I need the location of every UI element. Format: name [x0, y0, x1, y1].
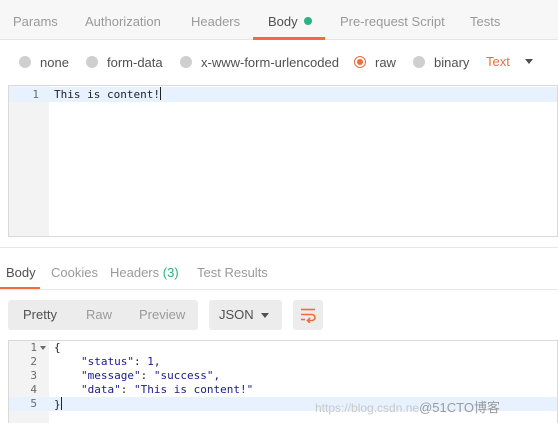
request-body-editor[interactable]: 1 This is content! [8, 85, 558, 237]
line-number: 3 [30, 369, 37, 382]
text-cursor [60, 397, 62, 410]
line-number: 1 [32, 88, 39, 101]
radio-label: binary [434, 54, 470, 70]
watermark: https://blog.csdn.ne@51CTO博客 [315, 397, 500, 416]
json-value: 1, [147, 355, 161, 368]
tab-tests[interactable]: Tests [470, 0, 500, 40]
radio-label: raw [375, 54, 396, 70]
json-key: "message" [81, 369, 141, 382]
radio-x-www-form-urlencoded[interactable]: x-www-form-urlencoded [180, 53, 339, 71]
line-number: 4 [30, 383, 37, 396]
response-tab-divider [0, 289, 558, 290]
wrap-lines-button[interactable] [293, 300, 323, 330]
raw-format-label: Text [486, 53, 510, 69]
response-tab-headers[interactable]: Headers (3) [110, 265, 179, 280]
line-number: 5 [30, 397, 37, 410]
response-format-label: JSON [219, 307, 254, 322]
tab-body[interactable]: Body [268, 0, 312, 40]
json-value: "This is content!" [134, 383, 254, 396]
radio-label: x-www-form-urlencoded [201, 54, 339, 70]
radio-none[interactable]: none [19, 53, 69, 71]
json-key: "data" [81, 383, 121, 396]
radio-form-data[interactable]: form-data [86, 53, 163, 71]
radio-circle-icon [19, 56, 31, 68]
code-text: This is content! [54, 88, 160, 101]
radio-selected-icon [354, 56, 366, 68]
response-format-dropdown[interactable]: JSON [209, 300, 282, 330]
line-number: 1 [30, 341, 37, 354]
body-status-dot-icon [303, 17, 312, 25]
wrap-lines-icon [301, 308, 316, 323]
body-type-selector: none form-data x-www-form-urlencoded raw… [0, 41, 558, 83]
request-tab-bar: Params Authorization Headers Body Pre-re… [0, 0, 558, 40]
json-line: "data": "This is content!" [81, 383, 254, 396]
json-value: "success", [153, 369, 221, 382]
radio-label: form-data [107, 54, 163, 70]
radio-binary[interactable]: binary [413, 53, 469, 71]
tab-headers[interactable]: Headers [191, 0, 240, 40]
fold-caret-icon[interactable] [40, 346, 46, 350]
chevron-down-icon [261, 313, 269, 318]
response-tab-bar: Body Cookies Headers (3) Test Results [0, 255, 558, 289]
code-line: This is content! [54, 87, 161, 102]
tab-authorization[interactable]: Authorization [85, 0, 161, 40]
response-tab-test-results[interactable]: Test Results [197, 265, 268, 280]
json-key: "status" [81, 355, 134, 368]
radio-label: none [40, 54, 69, 70]
text-cursor [159, 87, 161, 100]
watermark-url: https://blog.csdn.ne [315, 401, 420, 415]
line-number-gutter [9, 86, 49, 236]
response-tab-cookies[interactable]: Cookies [51, 265, 98, 280]
view-preview-button[interactable]: Preview [139, 300, 185, 330]
view-raw-button[interactable]: Raw [86, 300, 112, 330]
raw-format-dropdown[interactable]: Text [486, 52, 533, 70]
watermark-brand: @51CTO博客 [419, 400, 500, 415]
json-line: "message": "success", [81, 369, 221, 382]
tab-params[interactable]: Params [13, 0, 58, 40]
radio-circle-icon [180, 56, 192, 68]
radio-circle-icon [86, 56, 98, 68]
json-line: "status": 1, [81, 355, 161, 368]
headers-count-badge: (3) [162, 265, 179, 280]
line-number: 2 [30, 355, 37, 368]
response-tab-body[interactable]: Body [6, 265, 36, 280]
json-close-brace: } [54, 397, 62, 412]
response-tab-headers-label: Headers [110, 265, 160, 280]
close-brace-text: } [54, 398, 61, 411]
tab-body-label: Body [268, 14, 298, 29]
radio-raw[interactable]: raw [354, 53, 396, 71]
active-tab-indicator [253, 37, 325, 40]
view-pretty-button[interactable]: Pretty [23, 300, 57, 330]
radio-circle-icon [413, 56, 425, 68]
json-open-brace: { [54, 341, 61, 354]
panel-divider[interactable] [0, 247, 558, 248]
tab-pre-request-script[interactable]: Pre-request Script [340, 0, 445, 40]
view-mode-group: Pretty Raw Preview [8, 300, 198, 330]
chevron-down-icon [524, 58, 533, 64]
